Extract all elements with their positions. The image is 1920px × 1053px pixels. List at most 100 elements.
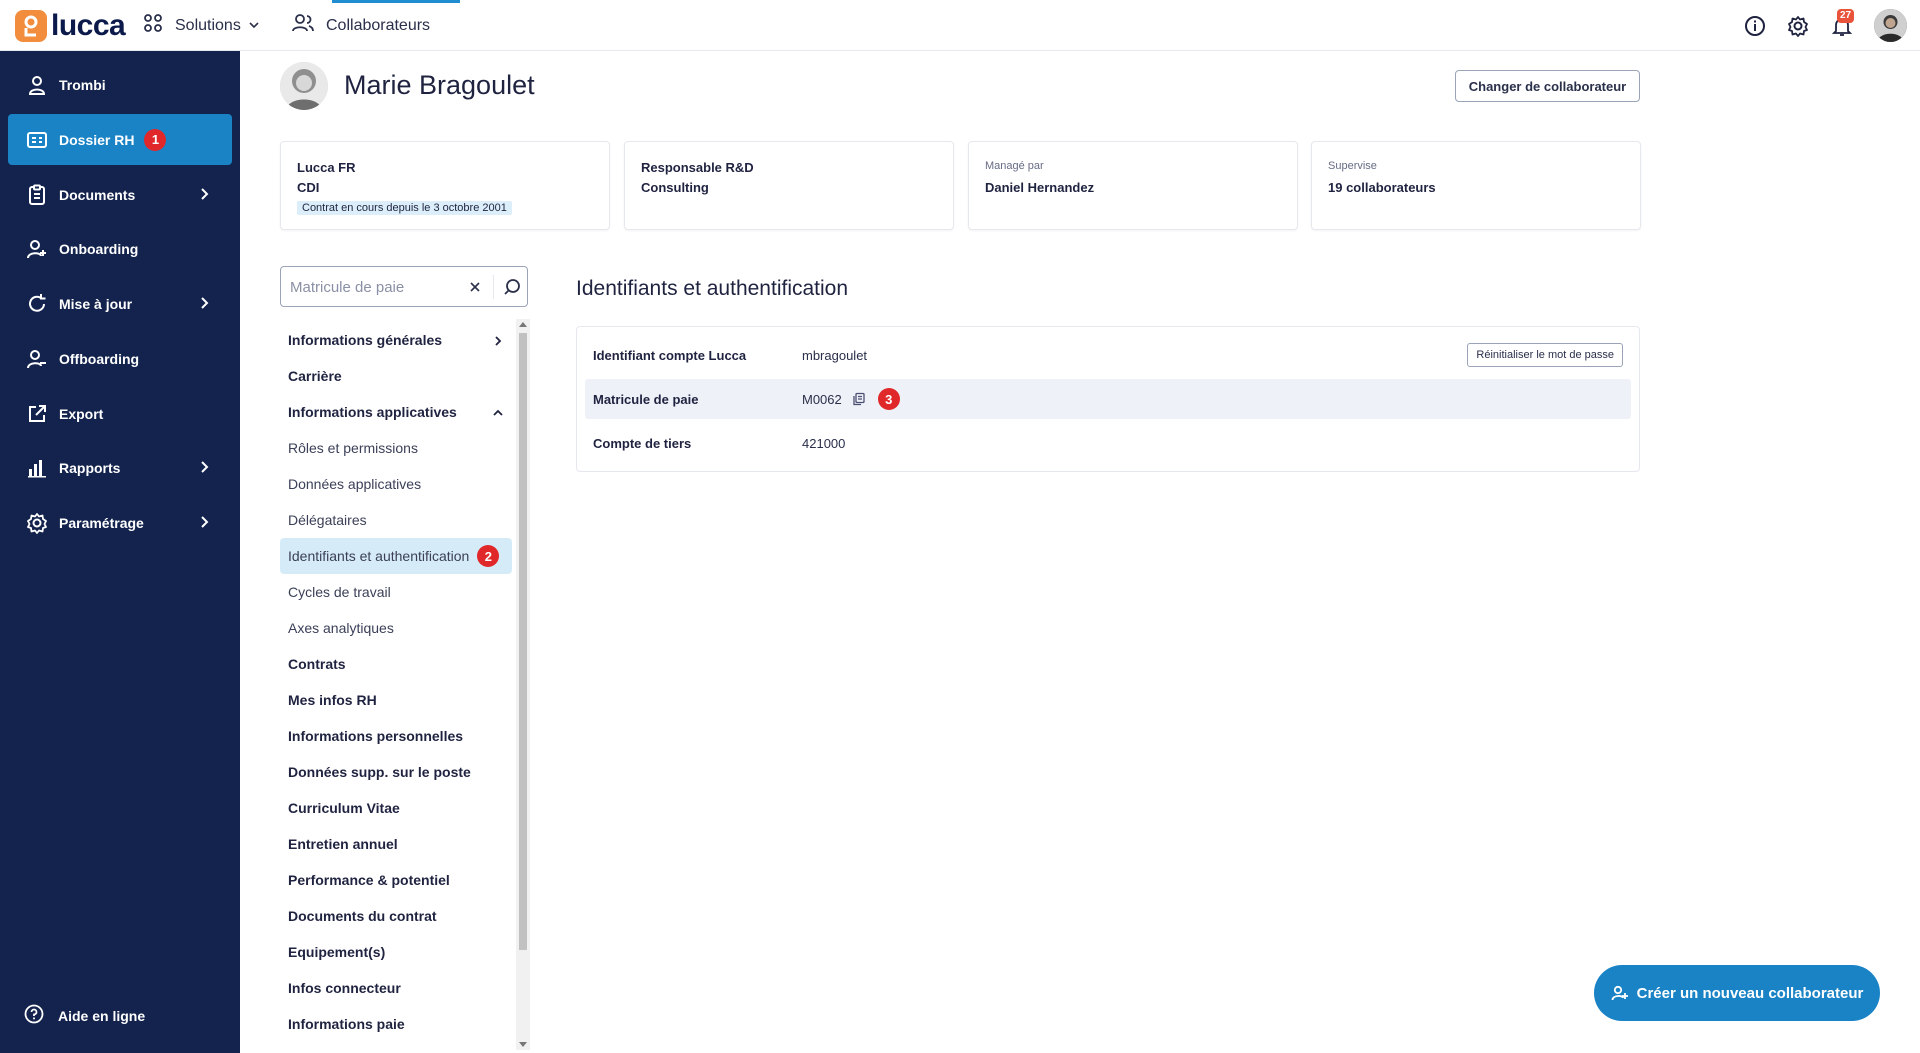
sidebar-item-export[interactable]: Export — [8, 388, 232, 439]
menu-item-infos-connecteur[interactable]: Infos connecteur — [280, 970, 512, 1006]
chevron-right-icon — [196, 514, 212, 530]
step-badge: 2 — [477, 545, 500, 567]
menu-item-donnees-applicatives[interactable]: Données applicatives — [280, 466, 512, 502]
menu-item-label: Informations paie — [288, 1016, 405, 1032]
person-remove-icon — [26, 348, 48, 370]
change-collaborator-button[interactable]: Changer de collaborateur — [1455, 70, 1640, 102]
menu-item-equipements[interactable]: Equipement(s) — [280, 934, 512, 970]
row-payroll-number: Matricule de paie M0062 3 — [585, 379, 1631, 419]
contract-status-tag: Contrat en cours depuis le 3 octobre 200… — [297, 201, 512, 215]
sidebar-item-label: Documents — [59, 186, 136, 203]
credentials-panel: Identifiant compte Lucca mbragoulet Réin… — [576, 326, 1640, 472]
sidebar-item-rapports[interactable]: Rapports — [8, 442, 232, 493]
sidebar-item-onboarding[interactable]: Onboarding — [8, 223, 232, 274]
reset-password-button[interactable]: Réinitialiser le mot de passe — [1467, 343, 1623, 367]
create-collaborator-label: Créer un nouveau collaborateur — [1636, 984, 1864, 1002]
sidebar-item-label: Paramétrage — [59, 514, 144, 531]
settings-gear-icon[interactable] — [1786, 14, 1810, 38]
notifications-count-badge: 27 — [1837, 9, 1855, 23]
scroll-up-arrow-icon[interactable] — [519, 322, 527, 327]
clipboard-icon — [26, 184, 48, 206]
menu-item-identifiants-authentification[interactable]: Identifiants et authentification 2 — [280, 538, 512, 574]
menu-item-performance-potentiel[interactable]: Performance & potentiel — [280, 862, 512, 898]
menu-item-informations-generales[interactable]: Informations générales — [280, 322, 512, 358]
profile-name: Marie Bragoulet — [344, 70, 535, 100]
menu-item-informations-paie[interactable]: Informations paie — [280, 1006, 512, 1042]
create-collaborator-button[interactable]: Créer un nouveau collaborateur — [1594, 965, 1880, 1021]
sidebar-item-text: Dossier RH — [59, 131, 135, 148]
search-input[interactable]: Matricule de paie — [290, 279, 404, 296]
menu-item-contrats[interactable]: Contrats — [280, 646, 512, 682]
chevron-up-icon — [492, 406, 504, 418]
menu-item-label: Infos connecteur — [288, 980, 401, 996]
menu-item-label: Informations applicatives — [288, 404, 457, 420]
scrollbar-thumb[interactable] — [519, 333, 527, 950]
menu-item-axes-analytiques[interactable]: Axes analytiques — [280, 610, 512, 646]
solutions-label: Solutions — [175, 16, 241, 34]
menu-item-delegataires[interactable]: Délégataires — [280, 502, 512, 538]
copy-icon[interactable] — [852, 392, 866, 406]
grid-icon — [143, 13, 163, 38]
menu-item-roles-permissions[interactable]: Rôles et permissions — [280, 430, 512, 466]
menu-item-cycles-travail[interactable]: Cycles de travail — [280, 574, 512, 610]
sidebar-item-label: Onboarding — [59, 240, 139, 257]
scroll-down-arrow-icon[interactable] — [519, 1042, 527, 1047]
user-avatar[interactable] — [1874, 9, 1907, 42]
sidebar-item-trombi[interactable]: Trombi — [8, 59, 232, 110]
field-label: Matricule de paie — [593, 391, 699, 407]
help-online-link[interactable]: Aide en ligne — [24, 1004, 145, 1027]
active-tab-indicator — [332, 0, 460, 3]
menu-item-label: Informations personnelles — [288, 728, 464, 744]
menu-item-label: Cycles de travail — [288, 584, 391, 600]
sidebar-item-parametrage[interactable]: Paramétrage — [8, 497, 232, 548]
menu-item-donnees-supp-poste[interactable]: Données supp. sur le poste — [280, 754, 512, 790]
menu-item-entretien-annuel[interactable]: Entretien annuel — [280, 826, 512, 862]
top-bar: lucca Solutions Collaborateurs 27 — [0, 0, 1920, 51]
lucca-logo-icon — [15, 10, 47, 42]
sidebar-item-dossier-rh[interactable]: Dossier RH 1 — [8, 114, 232, 165]
menu-item-label: Mes infos RH — [288, 692, 377, 708]
menu-item-mes-infos-rh[interactable]: Mes infos RH — [280, 682, 512, 718]
search-icon[interactable] — [502, 277, 522, 297]
menu-item-carriere[interactable]: Carrière — [280, 358, 512, 394]
menu-item-label: Identifiants et authentification — [288, 548, 470, 564]
collaborateurs-tab[interactable]: Collaborateurs — [292, 0, 430, 51]
solutions-menu[interactable]: Solutions — [143, 0, 259, 51]
menu-item-documents-contrat[interactable]: Documents du contrat — [280, 898, 512, 934]
sidebar-item-label: Mise à jour — [59, 295, 133, 312]
company-name: Lucca FR — [297, 160, 356, 175]
menu-item-label: Carrière — [288, 368, 342, 384]
supervise-count[interactable]: 19 collaborateurs — [1328, 178, 1624, 198]
manager-name[interactable]: Daniel Hernandez — [985, 178, 1281, 198]
clear-icon[interactable] — [467, 279, 483, 295]
menu-item-curriculum-vitae[interactable]: Curriculum Vitae — [280, 790, 512, 826]
menu-item-label: Entretien annuel — [288, 836, 398, 852]
help-label: Aide en ligne — [58, 1007, 146, 1024]
external-link-icon — [26, 403, 48, 425]
menu-item-informations-applicatives[interactable]: Informations applicatives — [280, 394, 512, 430]
menu-item-informations-personnelles[interactable]: Informations personnelles — [280, 718, 512, 754]
lucca-logo-text: lucca — [51, 9, 126, 42]
chevron-right-icon — [492, 334, 504, 346]
info-icon[interactable] — [1743, 14, 1767, 38]
sidebar-item-label: Offboarding — [59, 350, 140, 367]
field-label: Compte de tiers — [593, 435, 692, 451]
lucca-logo[interactable]: lucca — [15, 9, 126, 43]
menu-scrollbar[interactable] — [516, 319, 530, 1050]
step-badge: 3 — [877, 388, 900, 410]
menu-search-field[interactable]: Matricule de paie — [280, 266, 528, 307]
sidebar-item-label: Dossier RH 1 — [59, 128, 167, 151]
job-card: Responsable R&D Consulting — [624, 141, 954, 230]
record-sections-menu: Informations générales Carrière Informat… — [280, 322, 512, 1042]
menu-item-label: Equipement(s) — [288, 944, 386, 960]
menu-item-label: Données applicatives — [288, 476, 422, 492]
menu-item-label: Contrats — [288, 656, 346, 672]
sidebar-item-offboarding[interactable]: Offboarding — [8, 333, 232, 384]
person-add-icon — [1611, 984, 1629, 1002]
sidebar-item-documents[interactable]: Documents — [8, 169, 232, 220]
chevron-down-icon — [249, 17, 259, 35]
menu-item-label: Documents du contrat — [288, 908, 437, 924]
section-title: Identifiants et authentification — [576, 277, 849, 300]
sidebar-item-mise-a-jour[interactable]: Mise à jour — [8, 278, 232, 329]
sidebar-item-label: Export — [59, 405, 104, 422]
